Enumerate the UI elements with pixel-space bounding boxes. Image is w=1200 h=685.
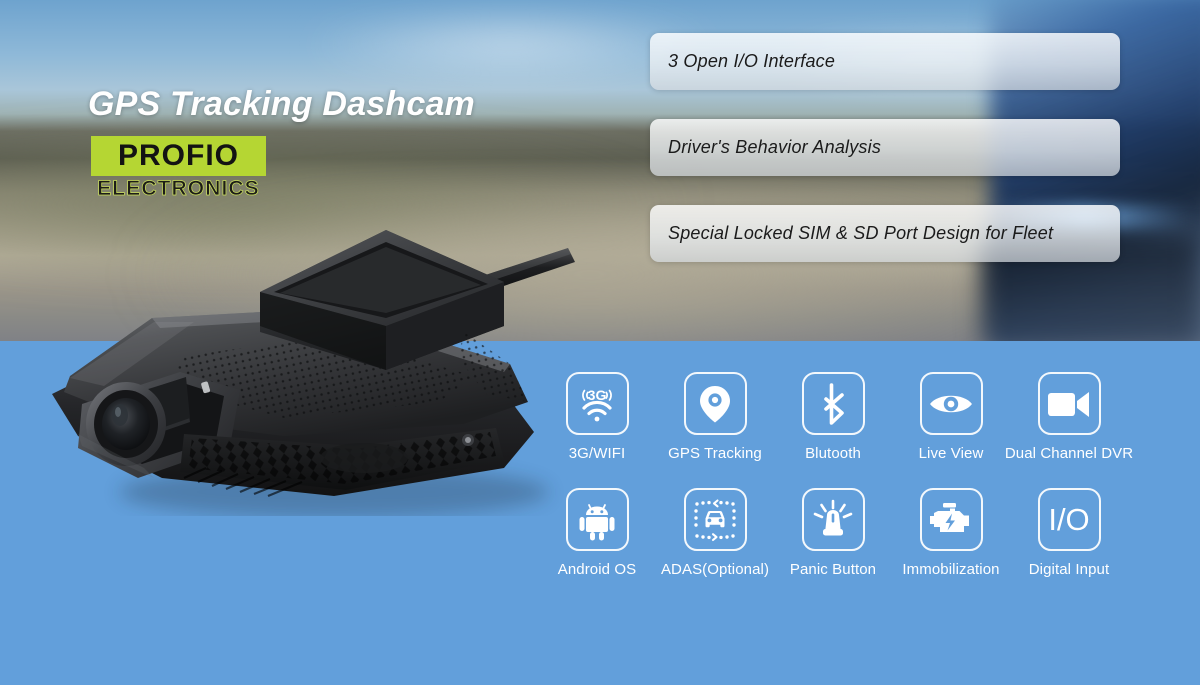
feature-icon-label: Immobilization — [902, 561, 1000, 578]
feature-icon-live-view[interactable]: Live View — [892, 372, 1010, 462]
io-glyph: I/O — [1048, 502, 1090, 537]
3g-wifi-icon: 3G — [565, 372, 629, 435]
feature-icon-label: GPS Tracking — [668, 445, 762, 462]
logo-badge: PROFIO — [91, 136, 266, 176]
brand-logo: PROFIO ELECTRONICS — [91, 136, 266, 201]
engine-bolt-icon — [919, 488, 983, 551]
dashcam-product-image — [34, 196, 594, 516]
feature-icon-label: 3G/WIFI — [568, 445, 626, 462]
icon-row-1: 3G 3G/WIFI GPS Tracking Blutooth Live Vi… — [538, 372, 1178, 462]
feature-icon-grid: 3G 3G/WIFI GPS Tracking Blutooth Live Vi… — [538, 372, 1178, 578]
feature-bar: 3 Open I/O Interface — [650, 33, 1120, 90]
video-camera-icon — [1037, 372, 1101, 435]
feature-icon-label: Live View — [918, 445, 984, 462]
feature-icon-label: Blutooth — [805, 445, 861, 462]
feature-icon-gps-tracking[interactable]: GPS Tracking — [656, 372, 774, 462]
feature-icon-digital-input[interactable]: I/O Digital Input — [1010, 488, 1128, 578]
eye-icon — [919, 372, 983, 435]
page-title: GPS Tracking Dashcam — [88, 85, 475, 123]
feature-icon-label: Panic Button — [789, 561, 877, 578]
feature-icon-android-os[interactable]: Android OS — [538, 488, 656, 578]
feature-bar-label: Driver's Behavior Analysis — [668, 137, 882, 157]
feature-icon-bluetooth[interactable]: Blutooth — [774, 372, 892, 462]
feature-bar-label: Special Locked SIM & SD Port Design for … — [668, 223, 1054, 243]
svg-text:3G: 3G — [588, 387, 607, 403]
logo-primary-text: PROFIO — [117, 139, 239, 172]
siren-beacon-icon — [801, 488, 865, 551]
icon-row-2: Android OS ADAS(Optional) Panic Button I… — [538, 488, 1178, 578]
feature-bar-label: 3 Open I/O Interface — [668, 51, 836, 71]
io-text-icon: I/O — [1037, 488, 1101, 551]
feature-icon-immobilization[interactable]: Immobilization — [892, 488, 1010, 578]
feature-icon-label: Android OS — [557, 561, 637, 578]
feature-icon-label: Digital Input — [1028, 561, 1110, 578]
feature-icon-panic-button[interactable]: Panic Button — [774, 488, 892, 578]
feature-bar: Driver's Behavior Analysis — [650, 119, 1120, 176]
bluetooth-icon — [801, 372, 865, 435]
feature-bar: Special Locked SIM & SD Port Design for … — [650, 205, 1120, 262]
android-robot-icon — [565, 488, 629, 551]
feature-icon-label: ADAS(Optional) — [660, 561, 770, 578]
banner-stage: GPS Tracking Dashcam PROFIO ELECTRONICS … — [0, 0, 1200, 685]
feature-icon-dual-channel-dvr[interactable]: Dual Channel DVR — [1005, 372, 1133, 462]
feature-icon-3g-wifi[interactable]: 3G 3G/WIFI — [538, 372, 656, 462]
feature-icon-label: Dual Channel DVR — [1004, 445, 1134, 462]
feature-bar-list: 3 Open I/O Interface Driver's Behavior A… — [650, 33, 1120, 291]
adas-car-lane-icon — [683, 488, 747, 551]
map-pin-icon — [683, 372, 747, 435]
feature-icon-adas[interactable]: ADAS(Optional) — [656, 488, 774, 578]
